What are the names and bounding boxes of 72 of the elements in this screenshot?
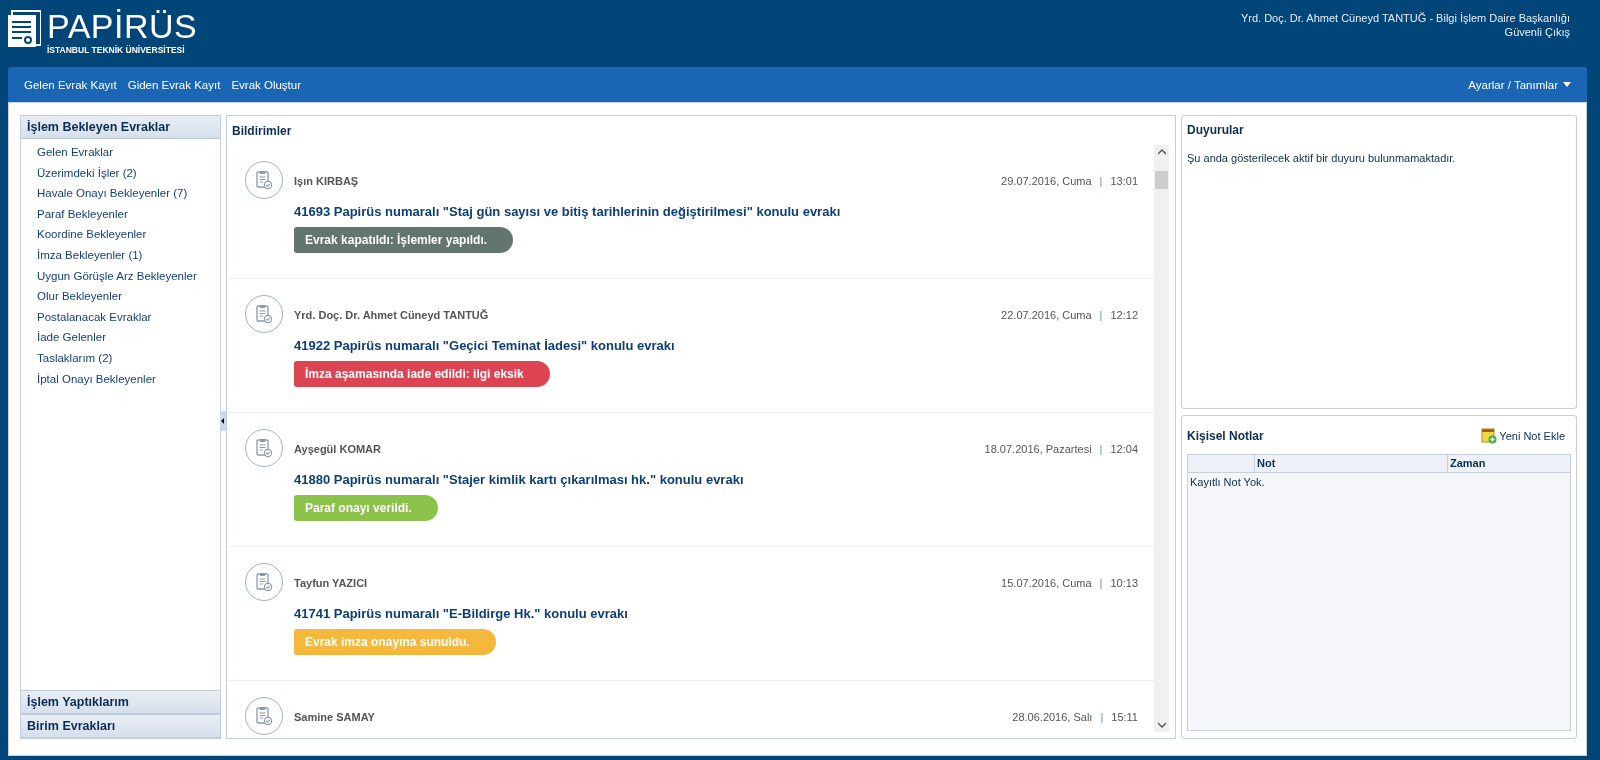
time-text: 12:04 <box>1110 443 1138 455</box>
date-text: 18.07.2016, Pazartesi <box>984 443 1092 455</box>
add-note-button[interactable]: Yeni Not Ekle <box>1481 428 1565 444</box>
document-link[interactable]: 41922 Papirüs numaralı "Geçici Teminat İadesi" konulu evrakı <box>294 338 1138 353</box>
sender-name: Samine SAMAY <box>294 711 375 723</box>
sidebar-item[interactable]: İmza Bekleyenler (1) <box>37 244 220 266</box>
document-check-icon <box>255 304 273 324</box>
panel-title: Bildirimler <box>231 123 293 140</box>
date-text: 22.07.2016, Cuma <box>1001 309 1092 321</box>
scroll-up-icon[interactable] <box>1157 149 1166 155</box>
nav-link[interactable]: Giden Evrak Kayıt <box>127 78 221 91</box>
time-text: 12:12 <box>1110 309 1138 321</box>
document-link[interactable]: 41693 Papirüs numaralı "Staj gün sayısı ve bitiş tarihlerinin değiştirilmesi" konulu evrakı <box>294 204 1138 219</box>
time-text: 10:13 <box>1110 577 1138 589</box>
logo-title: PAPİRÜS <box>47 10 198 42</box>
sidebar-item[interactable]: İade Gelenler <box>37 327 220 348</box>
sidebar-item[interactable]: Havale Onayı Bekleyenler (7) <box>37 183 220 204</box>
empty-message: Şu anda gösterilecek aktif bir duyuru bulunmamaktadır. <box>1187 152 1457 164</box>
document-check-icon <box>255 438 273 458</box>
separator-text: | <box>1099 443 1103 455</box>
logout-link[interactable]: Güvenli Çıkış <box>1504 25 1570 39</box>
logo-icon <box>8 10 41 48</box>
scroll-down-icon[interactable] <box>1157 722 1166 728</box>
status-label: Evrak imza onayına sunuldu. <box>294 629 496 655</box>
sidebar-item[interactable]: Koordine Bekleyenler <box>37 224 220 245</box>
sidebar-item[interactable]: Taslaklarım (2) <box>37 347 220 369</box>
sidebar-item[interactable]: Olur Bekleyenler <box>37 286 220 307</box>
time-text: 13:01 <box>1110 175 1138 187</box>
empty-message: Kayıtlı Not Yok. <box>1189 475 1266 490</box>
separator-text: | <box>1100 711 1104 723</box>
logo-subtitle: İSTANBUL TEKNİK ÜNİVERSİTESİ <box>47 45 186 55</box>
section-header[interactable]: İşlem Yaptıklarım <box>21 690 220 714</box>
document-check-icon <box>255 572 273 592</box>
sender-name: Yrd. Doç. Dr. Ahmet Cüneyd TANTUĞ <box>294 309 489 321</box>
document-check-icon <box>255 706 273 726</box>
note-add-icon <box>1481 428 1498 444</box>
status-label: Evrak kapatıldı: İşlemler yapıldı. <box>294 227 514 253</box>
separator-text: | <box>1099 309 1103 321</box>
date-text: 29.07.2016, Cuma <box>1001 175 1092 187</box>
document-check-icon <box>255 170 273 190</box>
panel-title: Kişisel Notlar <box>1187 429 1264 443</box>
section-header[interactable]: Birim Evrakları <box>21 714 220 738</box>
sender-name: Işın KIRBAŞ <box>294 175 359 187</box>
date-text: 28.06.2016, Salı <box>1012 711 1093 723</box>
nav-link[interactable]: Gelen Evrak Kayıt <box>24 78 117 91</box>
status-label: Paraf onayı verildi. <box>294 495 438 521</box>
time-text: 15:11 <box>1111 711 1138 723</box>
panel-title: Duyurular <box>1187 123 1245 137</box>
sender-name: Tayfun YAZICI <box>294 577 368 589</box>
sidebar-item[interactable]: Gelen Evraklar <box>37 142 220 163</box>
document-link[interactable]: 41741 Papirüs numaralı "E-Bildirge Hk." konulu evrakı <box>294 606 1138 621</box>
scrollbar[interactable] <box>1154 145 1169 732</box>
section-header[interactable]: İşlem Bekleyen Evraklar <box>21 116 220 139</box>
sidebar-item[interactable]: Uygun Görüşle Arz Bekleyenler <box>37 265 220 287</box>
nav-link[interactable]: Evrak Oluştur <box>231 78 302 91</box>
sidebar-item[interactable]: Paraf Bekleyenler <box>37 203 220 225</box>
caret-icon <box>1563 82 1571 87</box>
sidebar-item[interactable]: Postalanacak Evraklar <box>37 306 220 328</box>
scroll-thumb[interactable] <box>1155 171 1168 189</box>
date-text: 15.07.2016, Cuma <box>1001 577 1092 589</box>
column-header: Zaman <box>1447 455 1570 472</box>
document-link[interactable]: 41880 Papirüs numaralı "Stajer kimlik kartı çıkarılması hk." konulu evrakı <box>294 472 1138 487</box>
sidebar-item[interactable]: Üzerimdeki İşler (2) <box>37 162 220 184</box>
user-name: Yrd. Doç. Dr. Ahmet Cüneyd TANTUĞ - Bilgi İşlem Daire Başkanlığı <box>1240 11 1570 25</box>
sender-name: Ayşegül KOMAR <box>294 443 381 455</box>
collapse-handle-icon[interactable] <box>220 411 226 431</box>
status-label: İmza aşamasında iade edildi: ilgi eksik <box>294 361 550 387</box>
sidebar-item[interactable]: İptal Onayı Bekleyenler <box>37 368 220 390</box>
column-header: Not <box>1254 455 1447 472</box>
separator-text: | <box>1099 577 1103 589</box>
separator-text: | <box>1099 175 1103 187</box>
settings-menu[interactable]: Ayarlar / Tanımlar <box>1468 78 1571 91</box>
